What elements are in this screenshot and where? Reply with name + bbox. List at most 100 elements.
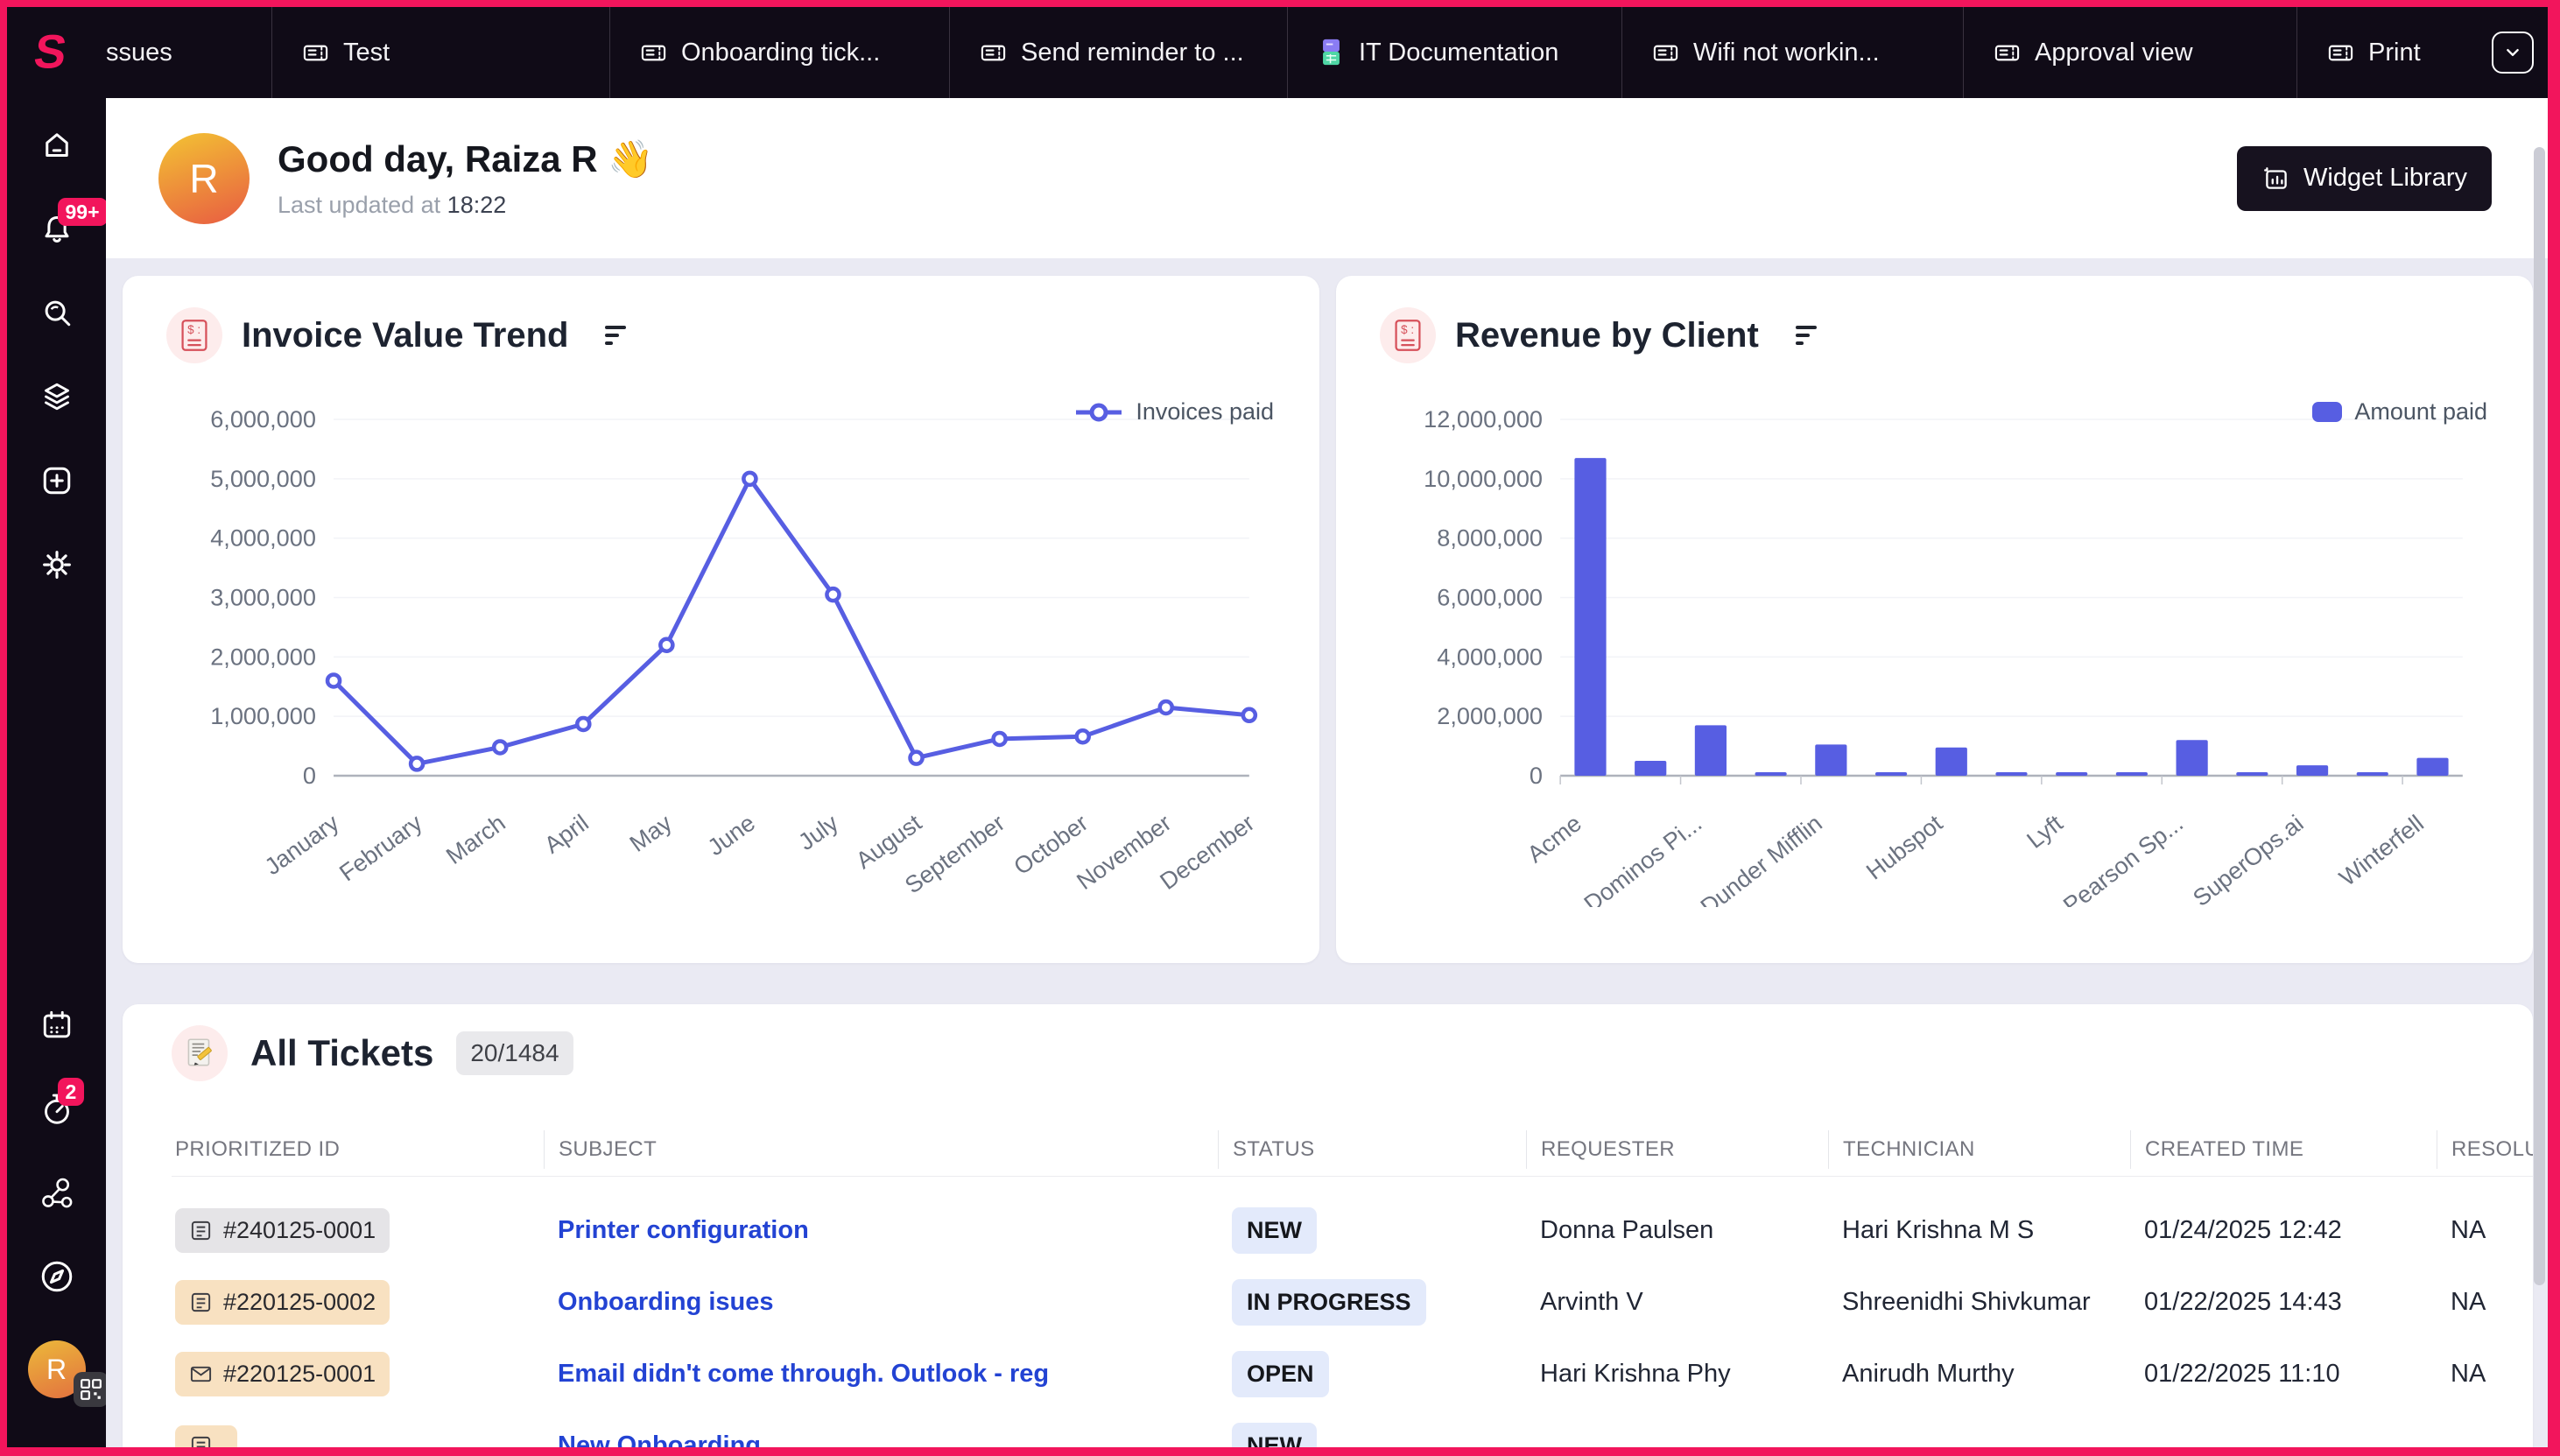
ticket-id: #220125-0001 [223, 1361, 376, 1388]
svg-text:January: January [259, 809, 344, 881]
calendar-icon[interactable] [37, 1004, 77, 1045]
svg-text:3,000,000: 3,000,000 [210, 584, 316, 611]
tab-approval-view[interactable]: Approval view [1964, 7, 2297, 98]
svg-text:$ :: $ : [187, 323, 200, 336]
ticket-id-badge[interactable]: #220125-0002 [175, 1280, 390, 1325]
svg-text:2,000,000: 2,000,000 [1437, 702, 1543, 729]
svg-text:March: March [440, 809, 510, 869]
svg-text:Dominos Pi...: Dominos Pi... [1579, 809, 1706, 907]
svg-text:10,000,000: 10,000,000 [1424, 465, 1543, 492]
tab-wifi-not-workin[interactable]: Wifi not workin... [1622, 7, 1964, 98]
tab-test[interactable]: Test [272, 7, 610, 98]
dashboard-content: $ : Invoice Value Trend Invoices paid 01… [106, 258, 2548, 1447]
created-time: 01/24/2025 12:42 [2130, 1216, 2437, 1245]
ticket-icon [189, 1219, 213, 1242]
compass-icon[interactable] [37, 1256, 77, 1297]
ticket-icon [1652, 39, 1679, 67]
superops-logo[interactable]: S [7, 7, 106, 98]
timer-icon[interactable]: 2 [37, 1088, 77, 1129]
legend: Invoices paid [1074, 398, 1274, 426]
tab-label: Wifi not workin... [1693, 39, 1880, 67]
status-badge: IN PROGRESS [1232, 1279, 1426, 1326]
svg-text:SuperOps.ai: SuperOps.ai [2188, 809, 2309, 907]
resolution-time: NA [2437, 1288, 2533, 1317]
tab-send-reminder-to[interactable]: Send reminder to ... [950, 7, 1288, 98]
search-icon[interactable] [37, 292, 77, 333]
invoice-value-trend-card: $ : Invoice Value Trend Invoices paid 0 1… [123, 276, 1319, 963]
ticket-subject-link[interactable]: Email didn't come through. Outlook - reg [558, 1360, 1049, 1388]
svg-text:0: 0 [1530, 762, 1543, 789]
add-new-icon[interactable] [37, 461, 77, 501]
layers-icon[interactable] [37, 376, 77, 417]
tab-ssues[interactable]: ssues [106, 7, 272, 98]
tab-label: IT Documentation [1359, 39, 1558, 67]
svg-text:Winterfell: Winterfell [2334, 809, 2429, 891]
tab-label: Onboarding tick... [681, 39, 880, 67]
svg-text:Acme: Acme [1522, 809, 1586, 868]
card-title: Invoice Value Trend [242, 316, 568, 355]
tickets-title: All Tickets [250, 1032, 433, 1074]
filter-icon[interactable] [1790, 320, 1822, 350]
top-tab-bar: S ssues Test Onboarding tick... Send remind… [7, 7, 2548, 98]
svg-text:4,000,000: 4,000,000 [1437, 643, 1543, 670]
ticket-id-badge[interactable] [175, 1425, 237, 1448]
table-row[interactable]: #220125-0001 Email didn't come through. O… [172, 1338, 2533, 1410]
requester: Hari Krishna Phy [1526, 1360, 1828, 1389]
svg-text:Hubspot: Hubspot [1860, 809, 1947, 885]
table-row[interactable]: #240125-0001Printer configurationNEWDonn… [172, 1194, 2533, 1266]
notification-count-badge: 99+ [58, 198, 108, 226]
ticket-icon [189, 1434, 213, 1448]
page-title: Good day, Raiza R 👋 [278, 138, 654, 181]
tab-it-documentation[interactable]: IT Documentation [1288, 7, 1622, 98]
filter-icon[interactable] [600, 320, 631, 350]
tab-overflow-button[interactable] [2492, 32, 2534, 74]
left-sidebar: 99+ [7, 98, 106, 1447]
svg-text:May: May [624, 809, 677, 857]
tab-strip: ssues Test Onboarding tick... Send reminder… [106, 7, 2486, 98]
ticket-id-badge[interactable]: #240125-0001 [175, 1208, 390, 1253]
column-header-created-time: CREATED TIME [2130, 1130, 2437, 1169]
vertical-scrollbar[interactable] [2534, 147, 2545, 1285]
svg-text:Dunder Mifflin: Dunder Mifflin [1695, 809, 1827, 907]
svg-text:1,000,000: 1,000,000 [210, 702, 316, 729]
share-network-icon[interactable] [37, 1172, 77, 1213]
invoice-icon: $ : [1380, 307, 1436, 363]
bar-chart: 02,000,0004,000,0006,000,0008,000,00010,… [1380, 404, 2489, 907]
column-header-subject: SUBJECT [544, 1130, 1218, 1169]
table-row[interactable]: New Onboarding NEW [172, 1410, 2533, 1447]
ticket-icon [302, 39, 329, 67]
svg-text:Pearson Sp...: Pearson Sp... [2057, 809, 2188, 907]
superops-logo-icon: S [30, 25, 84, 80]
technician: Hari Krishna M S [1828, 1216, 2130, 1245]
line-legend-marker [1074, 403, 1123, 422]
ticket-icon [2327, 39, 2354, 67]
user-avatar[interactable]: R [28, 1340, 86, 1398]
svg-text:6,000,000: 6,000,000 [210, 405, 316, 433]
widget-library-button[interactable]: Widget Library [2237, 146, 2492, 211]
tab-onboarding-tick[interactable]: Onboarding tick... [610, 7, 950, 98]
ticket-id: #240125-0001 [223, 1217, 376, 1244]
requester: Donna Paulsen [1526, 1216, 1828, 1245]
tab-label: Print [2368, 39, 2421, 67]
settings-gear-icon[interactable] [37, 545, 77, 585]
svg-text:5,000,000: 5,000,000 [210, 465, 316, 492]
notifications-bell-icon[interactable]: 99+ [37, 208, 77, 249]
table-row[interactable]: #220125-0002Onboarding isuesIN PROGRESSA… [172, 1266, 2533, 1338]
created-time: 01/22/2025 11:10 [2130, 1360, 2437, 1389]
tab-print[interactable]: Print [2297, 7, 2486, 98]
header-avatar: R [158, 133, 250, 224]
app-frame: S ssues Test Onboarding tick... Send remind… [0, 0, 2560, 1456]
qr-code-badge[interactable] [74, 1372, 109, 1407]
invoice-icon: $ : [166, 307, 222, 363]
ticket-subject-link[interactable]: Onboarding isues [558, 1288, 774, 1316]
status-badge: NEW [1232, 1423, 1317, 1448]
tab-label: Test [343, 39, 390, 67]
avatar-initial: R [189, 155, 218, 202]
resolution-time: NA [2437, 1216, 2533, 1245]
svg-text:0: 0 [303, 762, 316, 789]
technician: Shreenidhi Shivkumar [1828, 1288, 2130, 1317]
ticket-id-badge[interactable]: #220125-0001 [175, 1352, 390, 1396]
ticket-subject-link[interactable]: New Onboarding [558, 1431, 761, 1448]
home-icon[interactable] [37, 124, 77, 165]
ticket-subject-link[interactable]: Printer configuration [558, 1216, 809, 1244]
